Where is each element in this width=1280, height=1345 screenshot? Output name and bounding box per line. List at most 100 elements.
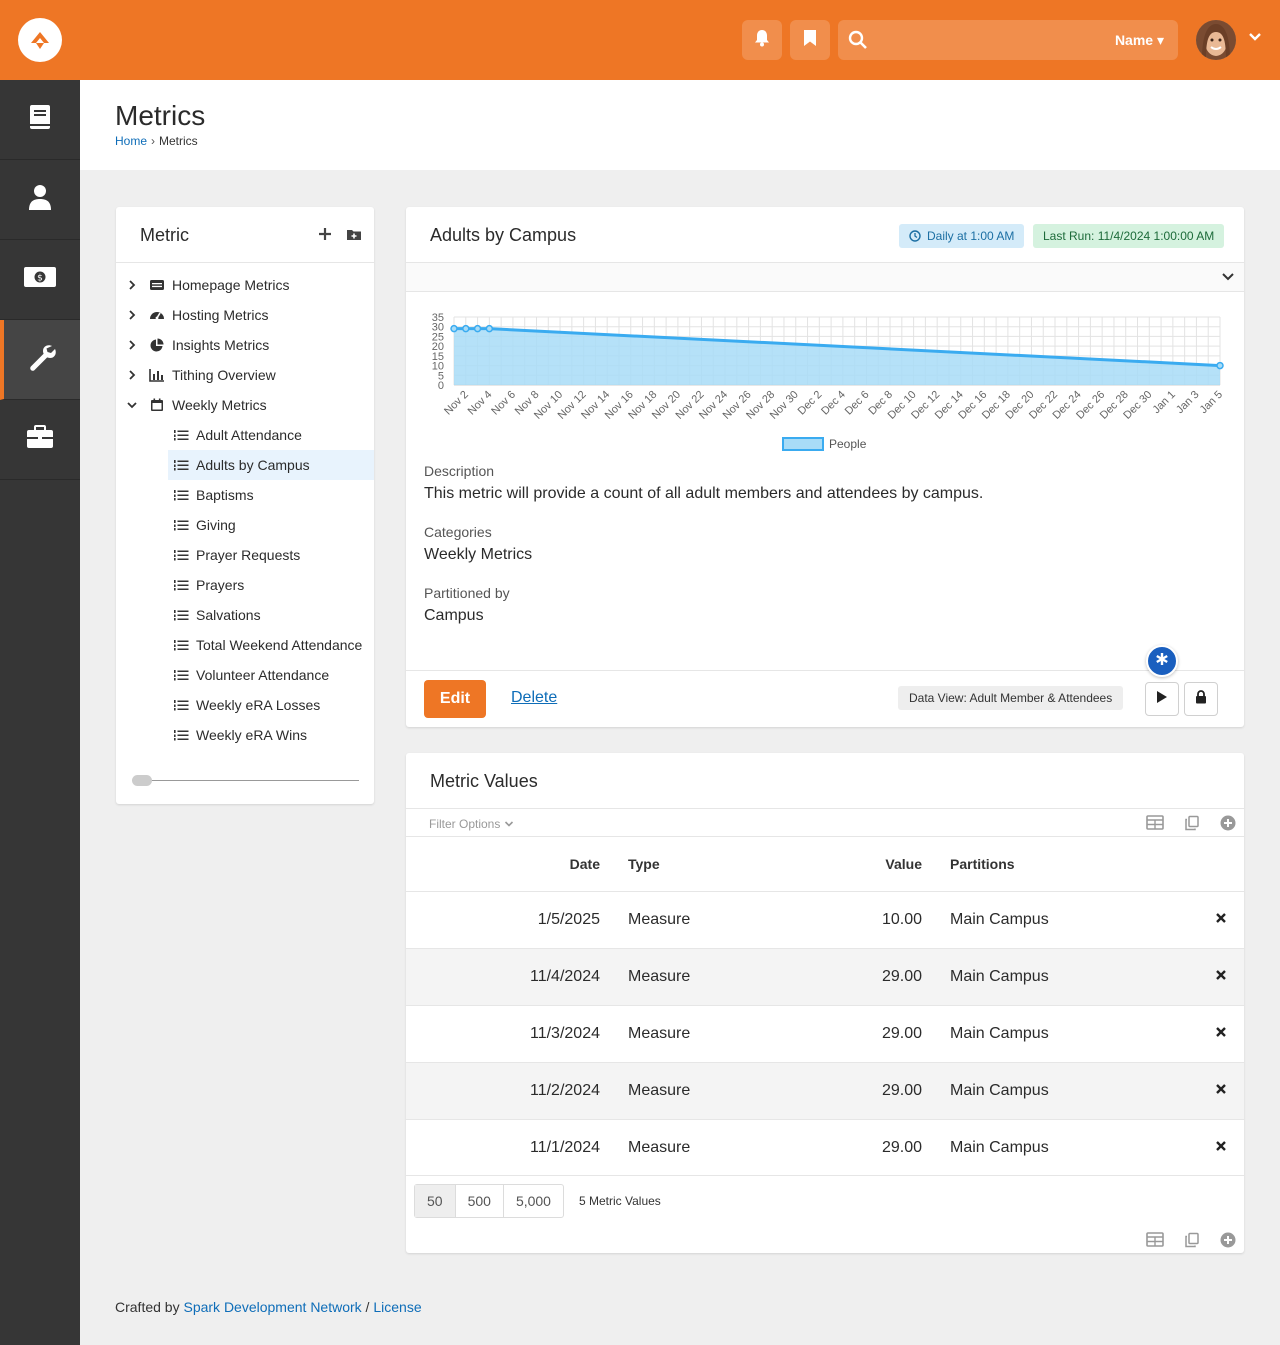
tree-category-homepage-metrics[interactable]: Homepage Metrics — [124, 270, 374, 300]
folder-plus-icon — [347, 230, 361, 240]
copy-icon[interactable] — [1184, 1232, 1200, 1253]
table-row[interactable]: 11/4/2024 Measure 29.00 Main Campus — [406, 948, 1244, 1005]
col-header-type[interactable]: Type — [628, 856, 660, 872]
tree-category-insights-metrics[interactable]: Insights Metrics — [124, 330, 374, 360]
x-tick-label: Nov 2 — [442, 389, 471, 418]
tree-item-label: Adults by Campus — [196, 457, 310, 473]
tree-leaf-baptisms[interactable]: Baptisms — [168, 480, 374, 510]
breadcrumb-current: Metrics — [159, 134, 198, 148]
tree-leaf-prayer-requests[interactable]: Prayer Requests — [168, 540, 374, 570]
cell-type: Measure — [628, 1025, 691, 1042]
data-point — [485, 324, 494, 333]
avatar[interactable] — [1196, 20, 1236, 60]
table-row[interactable]: 11/1/2024 Measure 29.00 Main Campus — [406, 1119, 1244, 1176]
data-point — [473, 324, 482, 333]
add-circle-icon[interactable] — [1220, 815, 1236, 836]
tree-leaf-adults-by-campus[interactable]: Adults by Campus — [168, 450, 374, 480]
nav-item-content[interactable] — [0, 80, 80, 160]
cell-partition: Main Campus — [950, 1082, 1049, 1099]
schedule-badge: Daily at 1:00 AM — [899, 224, 1025, 248]
search-scope-dropdown[interactable]: Name ▾ — [1115, 32, 1164, 49]
chevron-right-icon[interactable] — [124, 279, 140, 291]
delete-row-icon[interactable] — [1215, 1082, 1227, 1100]
nav-item-people[interactable] — [0, 160, 80, 240]
tree-category-tithing-overview[interactable]: Tithing Overview — [124, 360, 374, 390]
delete-row-icon[interactable] — [1215, 968, 1227, 986]
list-ordered-icon — [172, 639, 190, 651]
col-header-partitions[interactable]: Partitions — [950, 856, 1015, 872]
data-point — [450, 324, 458, 333]
chevron-down-icon[interactable] — [1248, 30, 1262, 49]
list-ordered-icon — [172, 549, 190, 561]
chevron-right-icon[interactable] — [124, 309, 140, 321]
tree-category-weekly-metrics[interactable]: Weekly Metrics — [124, 390, 374, 420]
copy-icon[interactable] — [1184, 815, 1200, 836]
page-size-5000[interactable]: 5,000 — [504, 1185, 563, 1217]
tree-leaf-prayers[interactable]: Prayers — [168, 570, 374, 600]
table-row[interactable]: 1/5/2025 Measure 10.00 Main Campus — [406, 891, 1244, 948]
tree-scroll-track — [132, 780, 359, 781]
tree-leaf-total-weekend-attendance[interactable]: Total Weekend Attendance — [168, 630, 374, 660]
chevron-right-icon[interactable] — [124, 369, 140, 381]
security-button[interactable] — [1184, 682, 1218, 716]
chevron-right-icon[interactable] — [124, 339, 140, 351]
run-button[interactable] — [1145, 682, 1179, 716]
bookmarks-button[interactable] — [790, 20, 830, 60]
delete-button[interactable]: Delete — [511, 689, 557, 707]
cell-type: Measure — [628, 911, 691, 928]
table-row[interactable]: 11/2/2024 Measure 29.00 Main Campus — [406, 1062, 1244, 1119]
chevron-down-icon[interactable] — [124, 400, 140, 410]
breadcrumb-separator: › — [151, 134, 156, 148]
tree-leaf-giving[interactable]: Giving — [168, 510, 374, 540]
footer-org-link[interactable]: Spark Development Network — [183, 1299, 361, 1315]
tree-leaf-weekly-era-wins[interactable]: Weekly eRA Wins — [168, 720, 374, 750]
delete-row-icon[interactable] — [1215, 911, 1227, 929]
add-category-button[interactable] — [346, 228, 362, 246]
nav-item-admin-tools[interactable] — [0, 320, 80, 400]
tree-leaf-volunteer-attendance[interactable]: Volunteer Attendance — [168, 660, 374, 690]
footer-license-link[interactable]: License — [373, 1299, 421, 1315]
chevron-down-icon[interactable] — [1220, 269, 1236, 290]
col-header-value[interactable]: Value — [872, 856, 922, 872]
cell-value: 29.00 — [881, 1082, 922, 1099]
last-run-badge: Last Run: 11/4/2024 1:00:00 AM — [1033, 224, 1225, 248]
edit-button[interactable]: Edit — [424, 680, 486, 718]
notifications-button[interactable] — [742, 20, 782, 60]
cell-value: 10.00 — [881, 911, 922, 928]
col-header-date[interactable]: Date — [552, 856, 600, 872]
nav-item-finance[interactable]: $ — [0, 240, 80, 320]
asterisk-fab-button[interactable] — [1146, 645, 1178, 677]
tree-scroll-handle[interactable] — [132, 775, 152, 786]
tree-category-hosting-metrics[interactable]: Hosting Metrics — [124, 300, 374, 330]
tree-leaf-adult-attendance[interactable]: Adult Attendance — [168, 420, 374, 450]
values-count: 5 Metric Values — [579, 1194, 661, 1208]
delete-row-icon[interactable] — [1215, 1025, 1227, 1043]
tree-leaf-salvations[interactable]: Salvations — [168, 600, 374, 630]
breadcrumb-home-link[interactable]: Home — [115, 134, 147, 148]
partition-label: Partitioned by — [424, 585, 510, 601]
rock-logo-icon[interactable] — [18, 18, 62, 62]
filter-options-toggle[interactable]: Filter Options — [429, 817, 514, 831]
footer-prefix: Crafted by — [115, 1299, 184, 1315]
wrench-icon — [28, 343, 56, 376]
bell-icon — [753, 29, 771, 52]
nav-item-tools[interactable] — [0, 400, 80, 480]
page-title: Metrics — [115, 100, 206, 131]
add-circle-icon[interactable] — [1220, 1232, 1236, 1253]
cell-partition: Main Campus — [950, 1139, 1049, 1156]
delete-row-icon[interactable] — [1215, 1139, 1227, 1157]
excel-export-icon[interactable] — [1146, 815, 1164, 836]
excel-export-icon[interactable] — [1146, 1232, 1164, 1253]
tree-leaf-weekly-era-losses[interactable]: Weekly eRA Losses — [168, 690, 374, 720]
legend-swatch — [782, 437, 824, 451]
table-row[interactable]: 11/3/2024 Measure 29.00 Main Campus — [406, 1005, 1244, 1062]
tree-item-label: Volunteer Attendance — [196, 667, 330, 683]
add-metric-button[interactable] — [318, 227, 332, 246]
x-tick-label: Jan 5 — [1198, 389, 1226, 417]
search-input[interactable]: Name ▾ — [838, 20, 1178, 60]
page-size-50[interactable]: 50 — [415, 1185, 456, 1217]
categories-label: Categories — [424, 524, 492, 540]
partition-value: Campus — [424, 607, 484, 624]
page-size-500[interactable]: 500 — [456, 1185, 504, 1217]
metric-tree-panel: Metric Homepage Metrics Hosting Metrics … — [116, 207, 374, 804]
